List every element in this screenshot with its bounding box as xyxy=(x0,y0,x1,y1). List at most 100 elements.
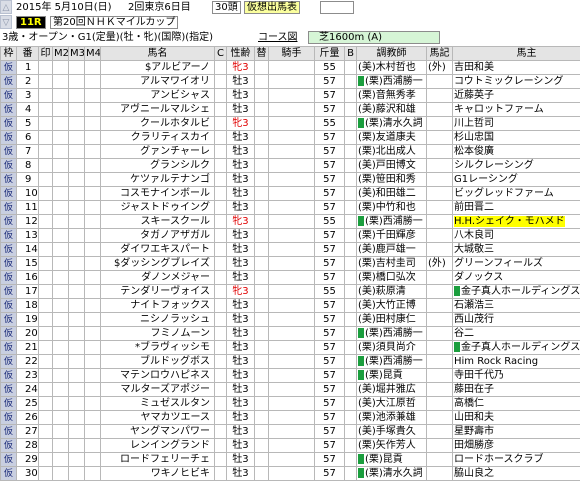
horse-name[interactable]: タガノアザガル xyxy=(100,228,215,243)
m2-cell[interactable] xyxy=(52,340,69,355)
m4-cell[interactable] xyxy=(84,340,101,355)
m3-cell[interactable] xyxy=(68,130,85,145)
table-row[interactable]: 仮 2 アルマワイオリ 牡3 57 (栗)西浦勝一 コウトミックレーシング xyxy=(0,74,580,89)
jockey-cell[interactable] xyxy=(268,130,315,145)
column-header[interactable]: 枠 xyxy=(0,46,17,61)
m4-cell[interactable] xyxy=(84,256,101,271)
jockey-cell[interactable] xyxy=(268,438,315,453)
jockey-cell[interactable] xyxy=(268,102,315,117)
jockey-cell[interactable] xyxy=(268,312,315,327)
table-row[interactable]: 仮 22 ブルドッグボス 牡3 57 (栗)西浦勝一 Him Rock Racing xyxy=(0,354,580,369)
m4-cell[interactable] xyxy=(84,186,101,201)
jockey-cell[interactable] xyxy=(268,186,315,201)
jockey-cell[interactable] xyxy=(268,368,315,383)
horse-name[interactable]: アルマワイオリ xyxy=(100,74,215,89)
waku-cell[interactable]: 仮 xyxy=(0,452,17,467)
m4-cell[interactable] xyxy=(84,144,101,159)
horse-name[interactable]: コスモナインボール xyxy=(100,186,215,201)
waku-cell[interactable]: 仮 xyxy=(0,214,17,229)
mark-cell[interactable] xyxy=(38,102,53,117)
jockey-cell[interactable] xyxy=(268,74,315,89)
m3-cell[interactable] xyxy=(68,74,85,89)
m4-cell[interactable] xyxy=(84,298,101,313)
mark-cell[interactable] xyxy=(38,368,53,383)
m2-cell[interactable] xyxy=(52,354,69,369)
m4-cell[interactable] xyxy=(84,326,101,341)
m2-cell[interactable] xyxy=(52,312,69,327)
m3-cell[interactable] xyxy=(68,60,85,75)
jockey-cell[interactable] xyxy=(268,382,315,397)
waku-cell[interactable]: 仮 xyxy=(0,102,17,117)
m2-cell[interactable] xyxy=(52,410,69,425)
m4-cell[interactable] xyxy=(84,228,101,243)
m3-cell[interactable] xyxy=(68,312,85,327)
table-row[interactable]: 仮 20 フミノムーン 牡3 57 (栗)西浦勝一 谷二 xyxy=(0,326,580,341)
jockey-cell[interactable] xyxy=(268,466,315,481)
jockey-cell[interactable] xyxy=(268,116,315,131)
m3-cell[interactable] xyxy=(68,102,85,117)
mark-cell[interactable] xyxy=(38,116,53,131)
jockey-cell[interactable] xyxy=(268,144,315,159)
column-header[interactable]: B xyxy=(344,46,357,61)
m2-cell[interactable] xyxy=(52,60,69,75)
waku-cell[interactable]: 仮 xyxy=(0,60,17,75)
m4-cell[interactable] xyxy=(84,270,101,285)
mark-cell[interactable] xyxy=(38,298,53,313)
column-header[interactable]: 馬主 xyxy=(452,46,580,61)
mark-cell[interactable] xyxy=(38,312,53,327)
m3-cell[interactable] xyxy=(68,88,85,103)
mark-cell[interactable] xyxy=(38,382,53,397)
table-row[interactable]: 仮 10 コスモナインボール 牡3 57 (美)和田雄二 ビッグレッドファーム xyxy=(0,186,580,201)
waku-cell[interactable]: 仮 xyxy=(0,354,17,369)
mark-cell[interactable] xyxy=(38,410,53,425)
m2-cell[interactable] xyxy=(52,326,69,341)
horse-name[interactable]: クラリティスカイ xyxy=(100,130,215,145)
m3-cell[interactable] xyxy=(68,256,85,271)
horse-name[interactable]: グランシルク xyxy=(100,158,215,173)
m4-cell[interactable] xyxy=(84,116,101,131)
table-row[interactable]: 仮 3 アンビシャス 牡3 57 (栗)音無秀孝 近藤英子 xyxy=(0,88,580,103)
jockey-cell[interactable] xyxy=(268,88,315,103)
m2-cell[interactable] xyxy=(52,424,69,439)
mark-cell[interactable] xyxy=(38,214,53,229)
m4-cell[interactable] xyxy=(84,200,101,215)
waku-cell[interactable]: 仮 xyxy=(0,438,17,453)
m2-cell[interactable] xyxy=(52,298,69,313)
mark-cell[interactable] xyxy=(38,158,53,173)
jockey-cell[interactable] xyxy=(268,200,315,215)
horse-name[interactable]: テンダリーヴォイス xyxy=(100,284,215,299)
horse-name[interactable]: マテンロウハピネス xyxy=(100,368,215,383)
horse-name[interactable]: $アルビアーノ xyxy=(100,60,215,75)
table-row[interactable]: 仮 8 グランシルク 牡3 57 (美)戸田博文 シルクレーシング xyxy=(0,158,580,173)
horse-name[interactable]: ダノンメジャー xyxy=(100,270,215,285)
mark-cell[interactable] xyxy=(38,438,53,453)
m4-cell[interactable] xyxy=(84,74,101,89)
waku-cell[interactable]: 仮 xyxy=(0,242,17,257)
waku-cell[interactable]: 仮 xyxy=(0,158,17,173)
mark-cell[interactable] xyxy=(38,396,53,411)
mark-cell[interactable] xyxy=(38,326,53,341)
m4-cell[interactable] xyxy=(84,88,101,103)
m3-cell[interactable] xyxy=(68,270,85,285)
m4-cell[interactable] xyxy=(84,130,101,145)
m3-cell[interactable] xyxy=(68,228,85,243)
column-header[interactable]: M3 xyxy=(68,46,85,61)
waku-cell[interactable]: 仮 xyxy=(0,396,17,411)
table-row[interactable]: 仮 21 *ブラヴィッシモ 牡3 57 (栗)須貝尚介 金子真人ホールディングス xyxy=(0,340,580,355)
m4-cell[interactable] xyxy=(84,382,101,397)
mark-cell[interactable] xyxy=(38,74,53,89)
jockey-cell[interactable] xyxy=(268,396,315,411)
m2-cell[interactable] xyxy=(52,130,69,145)
m4-cell[interactable] xyxy=(84,452,101,467)
waku-cell[interactable]: 仮 xyxy=(0,256,17,271)
m2-cell[interactable] xyxy=(52,74,69,89)
waku-cell[interactable]: 仮 xyxy=(0,340,17,355)
m2-cell[interactable] xyxy=(52,144,69,159)
m2-cell[interactable] xyxy=(52,452,69,467)
jockey-cell[interactable] xyxy=(268,270,315,285)
horse-name[interactable]: アンビシャス xyxy=(100,88,215,103)
m4-cell[interactable] xyxy=(84,102,101,117)
waku-cell[interactable]: 仮 xyxy=(0,270,17,285)
jockey-cell[interactable] xyxy=(268,424,315,439)
m3-cell[interactable] xyxy=(68,242,85,257)
